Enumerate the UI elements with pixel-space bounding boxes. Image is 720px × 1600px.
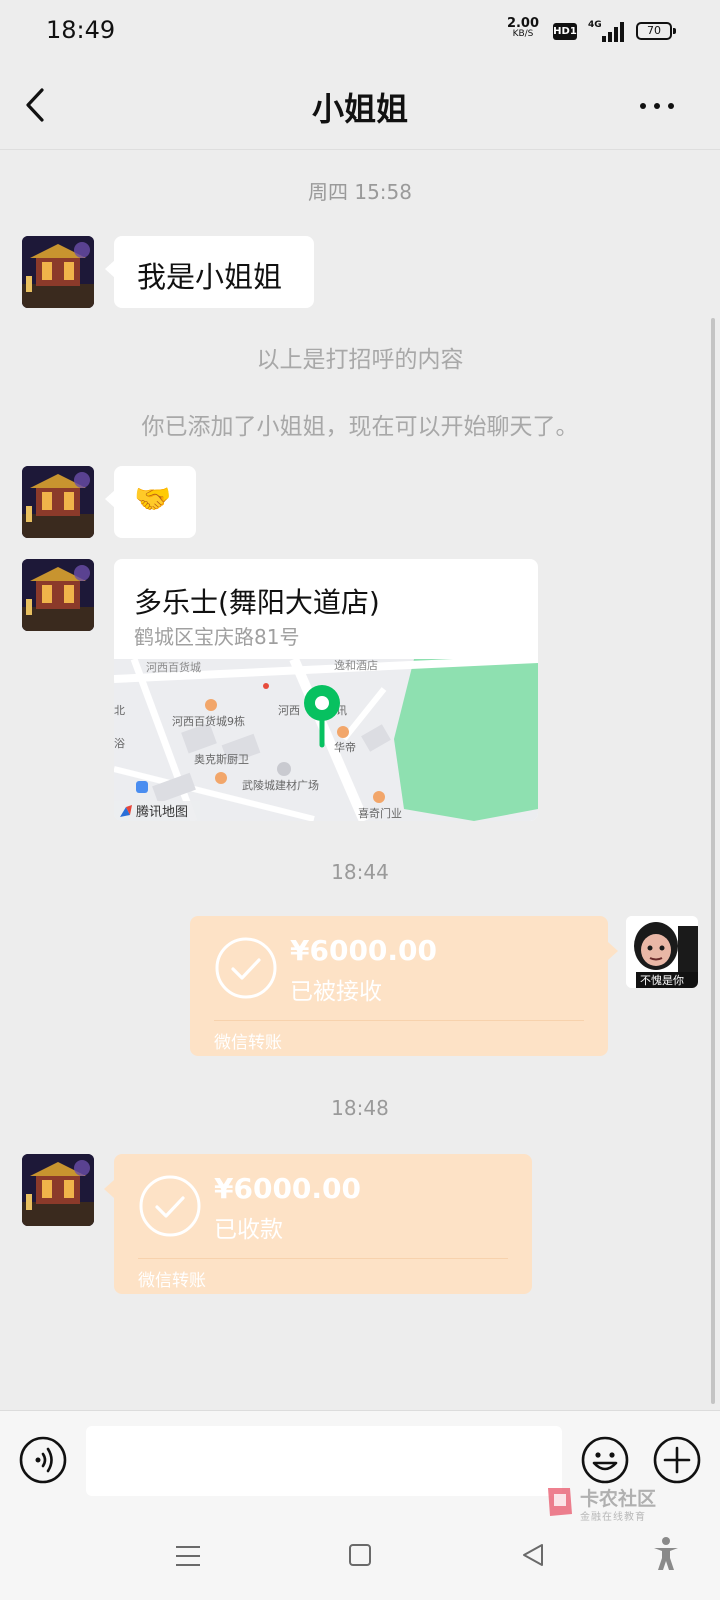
contact-avatar[interactable] [22,466,94,538]
map-label: 河西百货城 [146,660,201,674]
map-label: 浴 [114,737,125,750]
location-map: 河西百货城 逸和酒店 河西百货城9栋 河西 讯 华帝 奥克斯厨卫 武陵城建材广场… [114,659,538,821]
triangle-back-icon [523,1544,543,1566]
emoji-icon [581,1436,629,1484]
chat-header: 小姐姐 [0,60,720,150]
more-dots-icon [640,103,646,109]
network-type: 4G [588,20,602,30]
contact-avatar[interactable] [22,1154,94,1226]
nav-back-button[interactable] [520,1542,546,1568]
map-label: 北 [114,704,125,717]
transfer-amount: ¥6000.00 [214,1172,362,1205]
watermark-subtitle: 金融在线教育 [580,1512,646,1523]
nav-home-button[interactable] [349,1544,371,1566]
location-name: 多乐士(舞阳大道店) [134,586,380,619]
signal-icon: 4G [588,20,624,42]
plus-icon [653,1436,701,1484]
contact-avatar[interactable] [22,559,94,631]
message-input[interactable] [86,1426,562,1496]
plus-button[interactable] [652,1435,702,1485]
map-label: 武陵城建材广场 [242,778,319,792]
system-message: 以上是打招呼的内容 [256,347,464,373]
accessibility-icon [654,1537,678,1570]
system-nav-bar: 卡农社区 金融在线教育 [0,1488,720,1600]
transfer-status: 已收款 [214,1217,283,1243]
emoji-button[interactable] [580,1435,630,1485]
map-label: 奥克斯厨卫 [194,752,249,766]
location-card[interactable]: 多乐士(舞阳大道店) 鹤城区宝庆路81号 河西百货城 逸和酒店 河西百货城9栋 … [114,559,538,821]
message-bubble[interactable]: 我是小姐姐 [105,236,314,308]
timestamp: 周四 15:58 [308,180,412,204]
map-label: 华帝 [334,740,356,754]
network-speed: 2.00 KB/S [505,16,541,40]
handshake-emoji: 🤝 [134,482,172,517]
transfer-card-sent[interactable]: ¥6000.00 已被接收 微信转账 [190,916,618,1056]
transfer-card-received[interactable]: ¥6000.00 已收款 微信转账 [104,1154,532,1294]
system-message: 你已添加了小姐姐，现在可以开始聊天了。 [141,414,579,440]
network-speed-value: 2.00 [506,16,540,31]
check-circle-icon [215,937,277,999]
status-bar: 18:49 2.00 KB/S HD1 4G 70 [0,0,720,60]
status-time: 18:49 [46,16,116,44]
watermark-title: 卡农社区 [580,1488,657,1510]
timestamp: 18:44 [331,860,389,884]
hd-badge: HD1 [553,23,577,40]
contact-avatar[interactable] [22,236,94,308]
accessibility-button[interactable] [652,1536,680,1572]
divider [138,1258,508,1259]
map-label: 喜奇门业 [358,806,402,820]
timestamp: 18:48 [331,1096,389,1120]
voice-button[interactable] [18,1435,68,1485]
battery-icon: 70 [636,22,676,40]
transfer-amount: ¥6000.00 [290,934,438,967]
map-logo-text: 腾讯地图 [136,804,188,820]
transfer-status: 已被接收 [290,979,382,1005]
check-circle-icon [139,1175,201,1237]
message-text: 我是小姐姐 [137,260,283,294]
map-label: 河西百货城9栋 [172,714,245,728]
my-avatar[interactable]: 不愧是你 [626,916,698,988]
transfer-source: 微信转账 [138,1271,206,1291]
map-label: 逸和酒店 [334,659,378,672]
message-bubble[interactable]: 🤝 [105,466,196,538]
chat-title: 小姐姐 [311,90,408,128]
divider [214,1020,584,1021]
more-button[interactable] [632,84,682,124]
watermark: 卡农社区 金融在线教育 [544,1484,664,1524]
voice-icon [19,1436,67,1484]
watermark-logo-icon [548,1488,572,1516]
nav-menu-button[interactable] [176,1544,200,1568]
menu-icon [176,1546,200,1548]
avatar-caption: 不愧是你 [640,973,684,987]
map-label: 河西 [278,704,300,717]
transfer-source: 微信转账 [214,1033,282,1053]
location-address: 鹤城区宝庆路81号 [134,625,300,649]
